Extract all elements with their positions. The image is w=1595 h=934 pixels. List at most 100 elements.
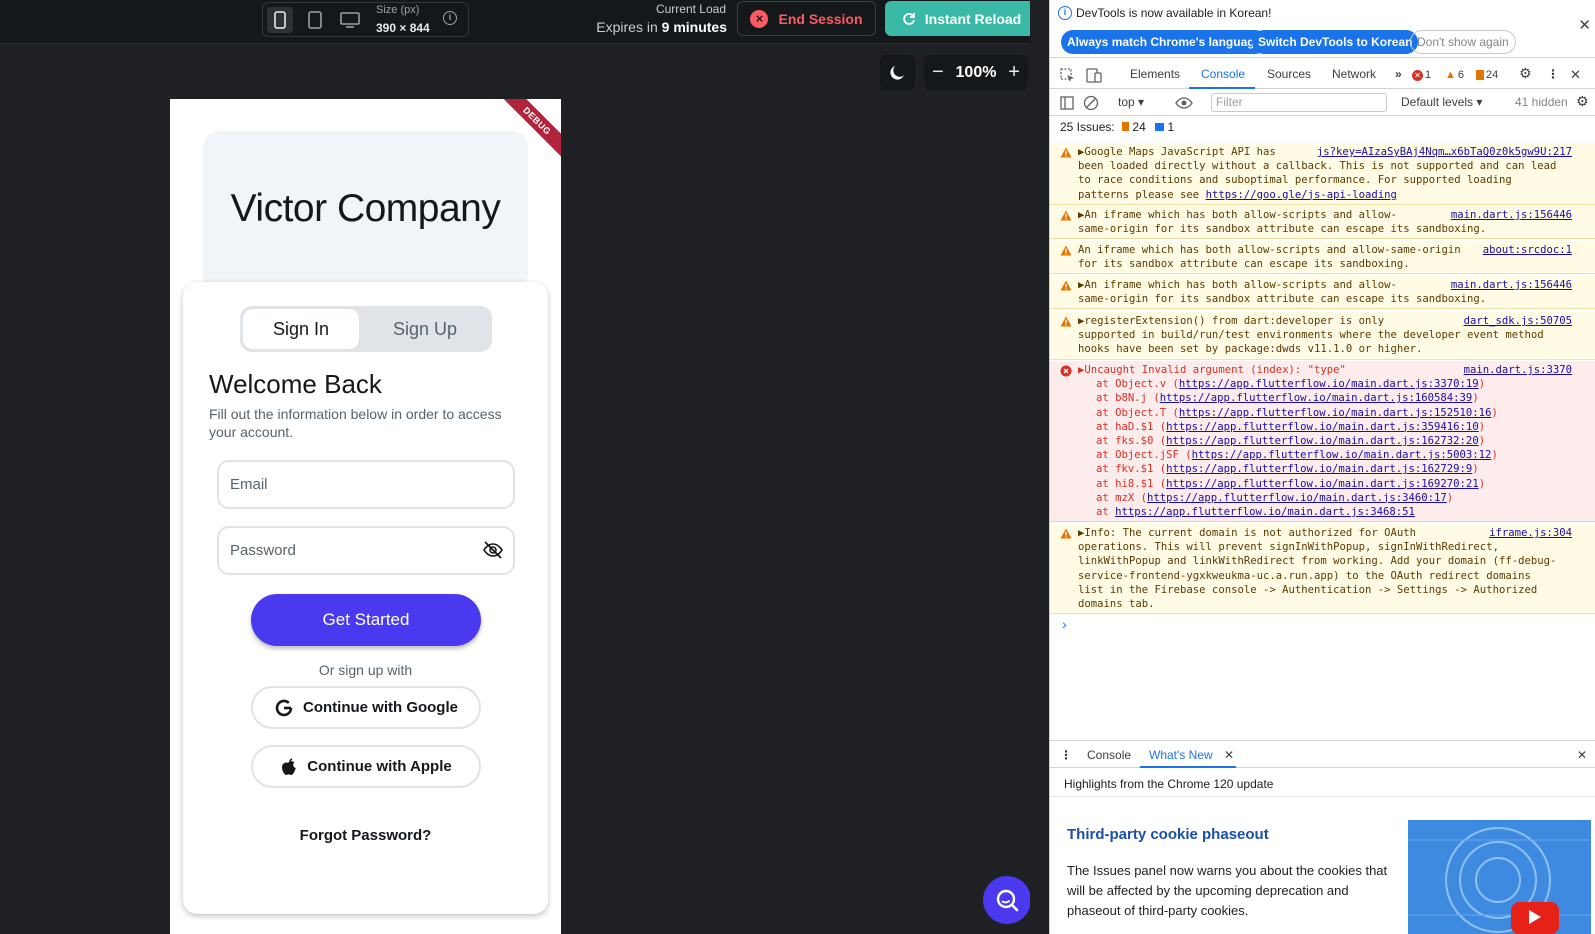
stack-frame-link[interactable]: https://app.flutterflow.io/main.dart.js:…: [1115, 506, 1415, 518]
zoom-in-button[interactable]: +: [1008, 61, 1020, 84]
end-session-button[interactable]: × End Session: [737, 1, 876, 36]
warning-icon: [1060, 528, 1072, 543]
message-source-link[interactable]: main.dart.js:156446: [1451, 278, 1572, 292]
email-field[interactable]: Email: [217, 460, 515, 509]
drawer-menu-icon[interactable]: ⋮: [1060, 748, 1072, 762]
close-icon[interactable]: ✕: [1578, 16, 1591, 34]
console-prompt[interactable]: ›: [1062, 616, 1067, 632]
stack-frame-link[interactable]: https://app.flutterflow.io/main.dart.js:…: [1160, 392, 1473, 404]
filter-input[interactable]: Filter: [1211, 93, 1387, 112]
stack-frame-link[interactable]: https://app.flutterflow.io/main.dart.js:…: [1166, 463, 1472, 475]
password-field[interactable]: Password: [217, 526, 515, 575]
issues-warn-count: 24: [1132, 120, 1146, 134]
message-source-link[interactable]: about:srcdoc:1: [1483, 243, 1572, 257]
instant-reload-button[interactable]: Instant Reload: [885, 1, 1030, 36]
console-warning-message[interactable]: main.dart.js:156446 ▶An iframe which has …: [1050, 276, 1595, 310]
tablet-icon: [308, 11, 322, 29]
tab-console[interactable]: Console: [1201, 67, 1245, 81]
drawer-tab-console[interactable]: Console: [1087, 748, 1131, 762]
console-warning-message[interactable]: about:srcdoc:1 An iframe which has both a…: [1050, 241, 1595, 275]
get-started-button[interactable]: Get Started: [251, 594, 481, 646]
google-signin-button[interactable]: Continue with Google: [251, 686, 481, 729]
desktop-device-button[interactable]: [337, 7, 363, 33]
stack-frame-link[interactable]: https://app.flutterflow.io/main.dart.js:…: [1166, 421, 1479, 433]
notice-text: DevTools is now available in Korean!: [1076, 6, 1272, 20]
stack-frame-link[interactable]: https://app.flutterflow.io/main.dart.js:…: [1179, 407, 1492, 419]
size-value: 390 × 844: [376, 21, 430, 35]
console-warning-message[interactable]: main.dart.js:156446 ▶An iframe which has …: [1050, 206, 1595, 240]
phone-device-button[interactable]: [267, 7, 293, 33]
close-drawer-icon[interactable]: ✕: [1577, 748, 1587, 762]
message-source-link[interactable]: dart_sdk.js:50705: [1464, 314, 1572, 328]
language-notice: i DevTools is now available in Korean! ✕…: [1050, 0, 1595, 58]
message-text: ▶Uncaught Invalid argument (index): "typ…: [1078, 364, 1346, 376]
close-tab-icon[interactable]: ✕: [1224, 748, 1234, 762]
issues-summary[interactable]: 25 Issues: 24 1: [1060, 120, 1174, 134]
divider: [1050, 796, 1595, 797]
stack-frame: at Object.T (https://app.flutterflow.io/…: [1096, 406, 1498, 419]
stack-frame-link[interactable]: https://app.flutterflow.io/main.dart.js:…: [1179, 378, 1479, 390]
message-source-link[interactable]: iframe.js:304: [1489, 526, 1572, 540]
console-warning-message[interactable]: iframe.js:304 ▶Info: The current domain i…: [1050, 524, 1595, 615]
drawer-tab-whats-new[interactable]: What's New: [1149, 748, 1213, 762]
message-source-link[interactable]: main.dart.js:156446: [1451, 208, 1572, 222]
device-toggle-icon[interactable]: [1086, 68, 1102, 83]
match-language-button[interactable]: Always match Chrome's language: [1061, 30, 1268, 54]
more-tabs-icon[interactable]: »: [1395, 67, 1402, 81]
console-error-message[interactable]: main.dart.js:3370 ▶Uncaught Invalid argum…: [1050, 361, 1595, 523]
eye-icon[interactable]: [1175, 96, 1193, 110]
stack-frame: at https://app.flutterflow.io/main.dart.…: [1096, 506, 1415, 519]
switch-korean-button[interactable]: Switch DevTools to Korean: [1252, 30, 1419, 54]
message-source-link[interactable]: js?key=AIzaSyBAj4Nqm…x6bTaQ0z0k5gw9U:217: [1317, 145, 1572, 159]
tab-sign-up[interactable]: Sign Up: [361, 309, 489, 349]
console-settings-gear-icon[interactable]: ⚙: [1576, 93, 1589, 110]
tab-sign-in[interactable]: Sign In: [243, 309, 359, 349]
issue-count[interactable]: 24: [1476, 69, 1498, 81]
context-selector[interactable]: top ▾: [1118, 95, 1144, 109]
apple-signin-button[interactable]: Continue with Apple: [251, 745, 481, 788]
stack-frame-link[interactable]: https://app.flutterflow.io/main.dart.js:…: [1192, 449, 1492, 461]
dont-show-again-button[interactable]: Don't show again: [1410, 30, 1516, 54]
tab-network[interactable]: Network: [1332, 67, 1376, 81]
sidebar-toggle-icon[interactable]: [1060, 96, 1074, 110]
expires-text: Expires in 9 minutes: [570, 19, 727, 35]
info-icon[interactable]: i: [443, 11, 457, 25]
stack-frame-link[interactable]: https://app.flutterflow.io/main.dart.js:…: [1166, 478, 1479, 490]
device-selector: Size (px) 390 × 844 i: [262, 2, 469, 37]
warning-icon: [1060, 280, 1072, 295]
log-levels-dropdown[interactable]: Default levels ▾: [1401, 95, 1482, 109]
kebab-menu-icon[interactable]: ⋮: [1547, 67, 1559, 81]
warning-icon: ▲: [1445, 69, 1456, 81]
inspect-element-icon[interactable]: [1060, 68, 1075, 83]
forgot-password-link[interactable]: Forgot Password?: [183, 827, 548, 844]
error-count[interactable]: ✕ 1: [1412, 69, 1431, 81]
tab-elements[interactable]: Elements: [1130, 67, 1180, 81]
close-devtools-icon[interactable]: ✕: [1570, 67, 1581, 83]
stack-frame-link[interactable]: https://app.flutterflow.io/main.dart.js:…: [1166, 435, 1479, 447]
warning-count[interactable]: ▲ 6: [1445, 69, 1464, 81]
message-link[interactable]: https://goo.gle/js-api-loading: [1206, 189, 1397, 201]
eye-off-icon[interactable]: [483, 541, 503, 559]
search-fab-button[interactable]: [983, 876, 1030, 924]
clear-console-icon[interactable]: [1083, 95, 1099, 111]
message-source-link[interactable]: main.dart.js:3370: [1464, 363, 1572, 377]
console-warning-message[interactable]: dart_sdk.js:50705 ▶registerExtension() fr…: [1050, 312, 1595, 360]
tablet-device-button[interactable]: [302, 7, 328, 33]
stack-frame-link[interactable]: https://app.flutterflow.io/main.dart.js:…: [1147, 492, 1447, 504]
stack-frame: at b8N.j (https://app.flutterflow.io/mai…: [1096, 392, 1479, 405]
preview-area: Size (px) 390 × 844 i Current Load Expir…: [0, 0, 1030, 934]
video-thumbnail[interactable]: [1408, 820, 1591, 934]
warning-icon: [1060, 316, 1072, 331]
theme-toggle-button[interactable]: [880, 55, 915, 90]
context-value: top: [1118, 95, 1135, 109]
tab-sources[interactable]: Sources: [1267, 67, 1311, 81]
settings-gear-icon[interactable]: ⚙: [1519, 65, 1532, 82]
whats-new-title[interactable]: Third-party cookie phaseout: [1067, 826, 1269, 843]
dropdown-arrow-icon: ▾: [1476, 95, 1483, 109]
whats-new-highlights: Highlights from the Chrome 120 update: [1064, 777, 1274, 791]
auth-tabs: Sign In Sign Up: [240, 306, 492, 352]
zoom-out-button[interactable]: −: [932, 61, 944, 84]
stack-frame: at hi8.$1 (https://app.flutterflow.io/ma…: [1096, 477, 1486, 490]
console-warning-message[interactable]: js?key=AIzaSyBAj4Nqm…x6bTaQ0z0k5gw9U:217…: [1050, 143, 1595, 205]
password-placeholder: Password: [230, 542, 296, 559]
